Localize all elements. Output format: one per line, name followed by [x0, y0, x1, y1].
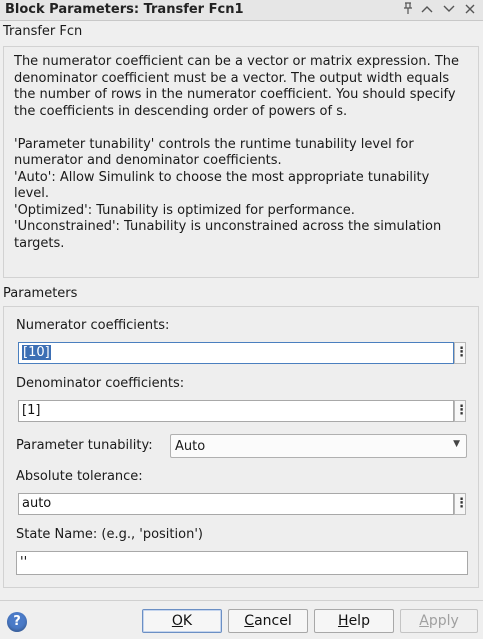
apply-label-key: A [419, 613, 429, 629]
description-line: The numerator coefficient can be a vecto… [14, 54, 460, 119]
maximize-icon[interactable] [419, 2, 435, 18]
button-separator [0, 600, 483, 601]
numerator-more-icon[interactable]: ⋮ [454, 342, 468, 364]
denominator-value: [1] [22, 403, 41, 418]
window-titlebar: Block Parameters: Transfer Fcn1 [0, 0, 483, 21]
pin-icon[interactable] [400, 2, 416, 18]
description-line: 'Unconstrained': Tunability is unconstra… [14, 219, 442, 251]
cancel-button[interactable]: Cancel [228, 609, 308, 633]
window-title: Block Parameters: Transfer Fcn1 [5, 2, 244, 17]
description-text: The numerator coefficient can be a vecto… [14, 54, 464, 252]
abs-tol-label: Absolute tolerance: [16, 469, 143, 484]
cancel-label-key: C [244, 613, 255, 629]
ok-button[interactable]: OK [142, 609, 222, 633]
description-line: 'Parameter tunability' controls the runt… [14, 136, 414, 169]
abs-tol-more-icon[interactable]: ⋮ [454, 493, 468, 515]
parameters-title: Parameters [3, 286, 78, 301]
state-name-label: State Name: (e.g., 'position') [16, 527, 203, 542]
state-name-value: '' [20, 555, 28, 570]
tunability-dropdown[interactable]: Auto ▼ [170, 434, 467, 458]
abs-tol-field[interactable]: auto [18, 493, 454, 515]
numerator-value: [10] [22, 345, 51, 360]
abs-tol-value: auto [22, 496, 52, 511]
denominator-field[interactable]: [1] [18, 400, 454, 422]
ok-label-post: K [182, 613, 193, 629]
help-label-key: H [338, 613, 349, 629]
tunability-label: Parameter tunability: [16, 438, 153, 453]
block-name: Transfer Fcn [3, 24, 83, 39]
description-panel: The numerator coefficient can be a vecto… [3, 46, 479, 278]
tunability-value: Auto [175, 439, 206, 454]
description-line: 'Auto': Allow Simulink to choose the mos… [14, 169, 430, 202]
numerator-label: Numerator coefficients: [16, 318, 170, 333]
help-label-post: elp [348, 613, 370, 629]
denominator-label: Denominator coefficients: [16, 376, 185, 391]
close-icon[interactable] [462, 2, 478, 18]
ok-label-key: O [171, 613, 183, 629]
parameters-panel: Numerator coefficients: [10] ⋮ Denominat… [3, 306, 479, 588]
description-line: 'Optimized': Tunability is optimized for… [14, 202, 355, 218]
apply-label-post: pply [428, 613, 459, 629]
cancel-label-post: ancel [254, 613, 292, 629]
minimize-icon[interactable] [441, 2, 457, 18]
help-icon[interactable]: ? [7, 612, 27, 632]
chevron-down-icon: ▼ [453, 439, 460, 449]
help-button[interactable]: Help [314, 609, 394, 633]
denominator-more-icon[interactable]: ⋮ [454, 400, 468, 422]
state-name-field[interactable]: '' [16, 551, 468, 575]
numerator-field[interactable]: [10] [18, 342, 454, 364]
apply-button[interactable]: Apply [400, 609, 478, 633]
